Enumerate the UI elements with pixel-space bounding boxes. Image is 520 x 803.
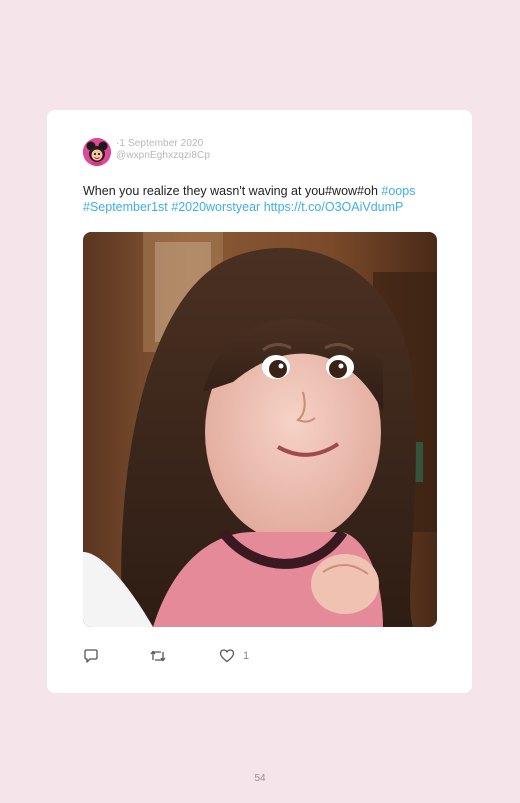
heart-icon: [219, 648, 235, 664]
retweet-button[interactable]: [149, 648, 167, 664]
tweet-text-plain: When you realize they wasn't waving at y…: [83, 184, 382, 198]
tweet-meta: ·1 September 2020 @wxpnEghxzqzi8Cp: [116, 138, 210, 162]
like-button[interactable]: 1: [219, 648, 249, 664]
page-number: 54: [254, 773, 266, 784]
girl-photo[interactable]: [83, 232, 437, 627]
user-handle[interactable]: @wxpnEghxzqzi8Cp: [116, 150, 210, 162]
tweet-link[interactable]: https://t.co/O3OAiVdumP: [264, 200, 404, 214]
tweet-text: When you realize they wasn't waving at y…: [83, 183, 443, 215]
reply-button[interactable]: [83, 648, 99, 664]
tweet-date: ·1 September 2020: [116, 138, 204, 149]
tweet-actions: 1: [83, 648, 283, 664]
hashtag-2020worstyear[interactable]: #2020worstyear: [171, 200, 260, 214]
like-count: 1: [243, 650, 250, 662]
hashtag-september1st[interactable]: #September1st: [83, 200, 168, 214]
cartoon-avatar-icon[interactable]: [83, 138, 111, 166]
tweet-card: ·1 September 2020 @wxpnEghxzqzi8Cp When …: [47, 110, 472, 693]
reply-icon: [83, 648, 99, 664]
retweet-icon: [149, 648, 167, 664]
hashtag-oops[interactable]: #oops: [381, 184, 415, 198]
